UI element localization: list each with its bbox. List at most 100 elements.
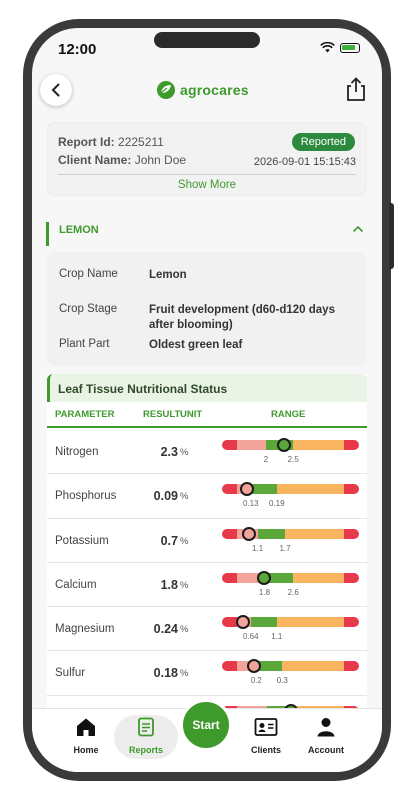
range-high-tick: 1.1 bbox=[271, 632, 283, 642]
parameter-unit: % bbox=[180, 447, 189, 458]
nav-home[interactable]: Home bbox=[56, 717, 116, 755]
parameter-result: 1.8 bbox=[160, 577, 178, 592]
range-segment bbox=[222, 440, 238, 450]
table-header: PARAMETER RESULT UNIT RANGE bbox=[47, 402, 367, 428]
col-result: RESULT bbox=[143, 409, 181, 420]
parameter-name: Potassium bbox=[55, 534, 109, 547]
leaf-tissue-card: Leaf Tissue Nutritional Status PARAMETER… bbox=[47, 374, 367, 714]
status-time: 12:00 bbox=[58, 41, 97, 58]
crop-section-header[interactable]: LEMON bbox=[46, 216, 368, 246]
phone-side-button bbox=[389, 203, 394, 269]
plant-part-value: Oldest green leaf bbox=[149, 339, 243, 351]
range-low-tick: 1.8 bbox=[258, 587, 271, 597]
range-high-tick: 1.7 bbox=[279, 543, 291, 553]
nav-home-label: Home bbox=[73, 745, 99, 755]
parameter-name: Sulfur bbox=[55, 667, 86, 680]
parameter-result: 0.7 bbox=[160, 533, 178, 548]
bottom-nav: Home Reports Start Clients Account bbox=[32, 699, 382, 772]
result-marker bbox=[242, 526, 257, 541]
wifi-icon bbox=[320, 42, 335, 53]
parameter-unit: % bbox=[180, 668, 189, 680]
chevron-up-icon[interactable] bbox=[352, 225, 364, 233]
back-button[interactable] bbox=[40, 74, 72, 106]
parameter-result: 0.18 bbox=[153, 666, 178, 681]
divider bbox=[58, 174, 356, 175]
report-summary-card: Report Id: 2225211 Client Name: John Doe… bbox=[47, 122, 367, 196]
result-marker bbox=[235, 615, 250, 630]
range-bar bbox=[222, 661, 359, 672]
range-segment bbox=[343, 661, 359, 672]
range-high-tick: 2.5 bbox=[287, 455, 299, 464]
client-name: Client Name: John Doe bbox=[58, 153, 186, 167]
range-segment bbox=[276, 484, 344, 495]
brand-name: agrocares bbox=[180, 82, 249, 98]
range-low-tick: 0.2 bbox=[250, 676, 262, 686]
start-button[interactable]: Start bbox=[180, 699, 232, 751]
result-marker bbox=[239, 482, 254, 497]
result-marker bbox=[246, 659, 261, 674]
parameter-name: Magnesium bbox=[55, 623, 115, 636]
status-badge: Reported bbox=[291, 133, 355, 151]
chevron-left-icon bbox=[51, 83, 60, 97]
crop-details-card: Crop Name Lemon Crop Stage Fruit develop… bbox=[47, 252, 367, 366]
report-id-label: Report Id: bbox=[58, 135, 115, 149]
col-parameter: PARAMETER bbox=[55, 409, 115, 420]
range-segment bbox=[222, 661, 238, 672]
brand-logo: agrocares bbox=[156, 80, 249, 100]
nav-clients[interactable]: Clients bbox=[236, 717, 296, 755]
range-segment bbox=[343, 528, 359, 539]
section-accent-bar bbox=[46, 222, 49, 246]
leaf-tissue-header: Leaf Tissue Nutritional Status bbox=[47, 374, 367, 402]
parameter-unit: % bbox=[180, 491, 189, 503]
leaf-logo-icon bbox=[157, 81, 175, 99]
table-row: Potassium 0.7% 1.1 1.7 bbox=[47, 519, 367, 563]
reports-icon bbox=[138, 717, 154, 737]
nav-reports[interactable]: Reports bbox=[116, 717, 176, 755]
range-bar bbox=[222, 572, 359, 583]
client-name-value: John Doe bbox=[134, 153, 187, 167]
crop-stage-label: Crop Stage bbox=[59, 303, 118, 315]
table-row: Phosphorus 0.09% 0.13 0.19 bbox=[47, 474, 367, 519]
col-range: RANGE bbox=[271, 409, 306, 420]
parameter-name: Calcium bbox=[55, 578, 97, 591]
battery-icon bbox=[340, 42, 360, 53]
plant-part-label: Plant Part bbox=[59, 338, 110, 350]
range-segment bbox=[343, 617, 359, 628]
nav-account[interactable]: Account bbox=[296, 717, 356, 755]
range-low-tick: 0.13 bbox=[242, 499, 259, 509]
parameter-result: 0.09 bbox=[153, 489, 178, 504]
range-segment bbox=[282, 661, 344, 672]
report-datetime: 2026-09-01 15:15:43 bbox=[253, 156, 356, 168]
range-segment bbox=[276, 617, 344, 628]
range-low-tick: 0.64 bbox=[242, 632, 259, 642]
show-more-link[interactable]: Show More bbox=[48, 179, 366, 191]
range-segment bbox=[222, 617, 238, 628]
nav-account-label: Account bbox=[308, 745, 344, 755]
share-button[interactable] bbox=[344, 76, 368, 107]
range-high-tick: 0.3 bbox=[276, 676, 288, 686]
parameter-name: Phosphorus bbox=[55, 490, 117, 503]
range-segment bbox=[285, 528, 344, 539]
crop-name-label: Crop Name bbox=[59, 268, 118, 280]
report-id: Report Id: 2225211 bbox=[58, 135, 164, 149]
nav-reports-label: Reports bbox=[128, 745, 163, 755]
crop-stage-value: Fruit development (d60-d120 days after b… bbox=[149, 304, 335, 331]
crop-section-title: LEMON bbox=[59, 224, 99, 236]
parameter-unit: % bbox=[180, 579, 189, 591]
status-bar: 12:00 bbox=[32, 28, 382, 72]
parameter-name: Nitrogen bbox=[55, 446, 99, 458]
table-row: Sulfur 0.18% 0.2 0.3 bbox=[47, 651, 367, 696]
app-header: agrocares bbox=[32, 72, 382, 116]
range-low-tick: 1.1 bbox=[252, 543, 264, 553]
home-icon bbox=[77, 718, 95, 736]
leaf-tissue-title: Leaf Tissue Nutritional Status bbox=[58, 382, 228, 396]
range-segment bbox=[343, 484, 359, 495]
client-name-label: Client Name: bbox=[58, 153, 132, 167]
range-segment bbox=[293, 572, 344, 583]
range-segment bbox=[222, 572, 238, 583]
range-segment bbox=[343, 572, 359, 583]
range-high-tick: 0.19 bbox=[269, 499, 285, 509]
parameter-unit: % bbox=[180, 624, 189, 636]
range-segment bbox=[222, 528, 238, 539]
range-segment bbox=[222, 484, 238, 495]
